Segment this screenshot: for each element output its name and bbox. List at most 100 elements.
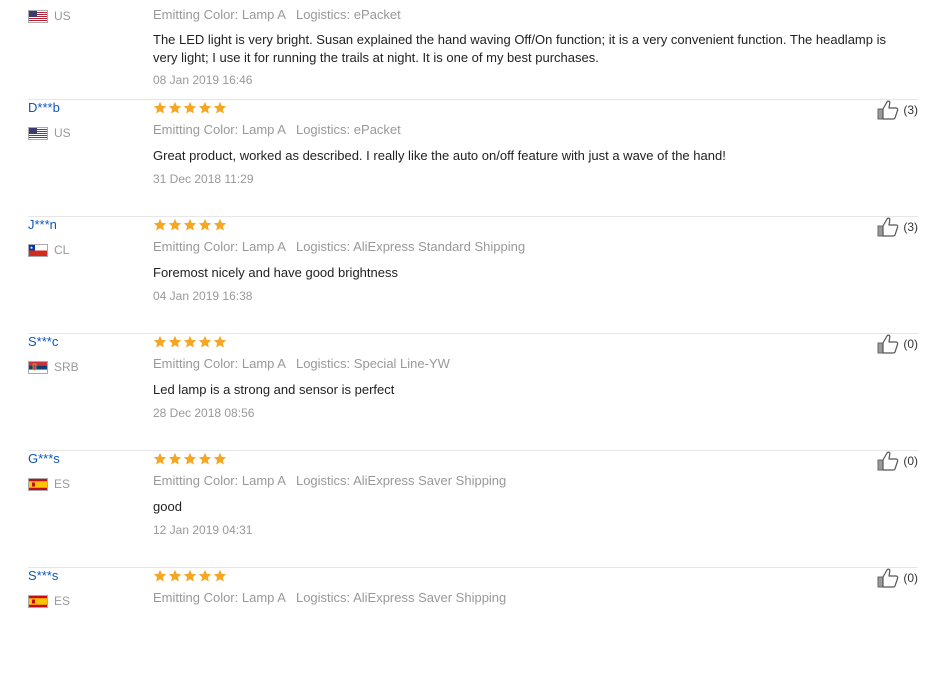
helpful-button[interactable]: (3) [877, 100, 918, 120]
svg-text:★: ★ [30, 245, 34, 250]
reviewer-country: ★ CL [28, 243, 69, 257]
country-flag-icon [28, 594, 54, 608]
color-value: Lamp A [241, 239, 286, 254]
logistics-value: AliExpress Standard Shipping [353, 239, 526, 254]
logistics-value: ePacket [353, 7, 401, 22]
country-code: SRB [54, 360, 79, 374]
star-icon [153, 335, 167, 349]
star-icon [183, 569, 197, 583]
order-info: Emitting Color: Lamp A Logistics: Special… [153, 356, 450, 371]
country-flag-icon: ★ [28, 243, 54, 257]
star-icon [153, 101, 167, 115]
color-label: Emitting Color: [153, 473, 239, 488]
country-code: ES [54, 594, 71, 608]
helpful-button[interactable]: (3) [877, 217, 918, 237]
star-icon [213, 569, 227, 583]
review-text: good [153, 499, 182, 514]
color-value: Lamp A [241, 122, 286, 137]
logistics-label: Logistics: [295, 122, 351, 137]
review-item: US Emitting Color: Lamp A Logistics: ePack… [28, 0, 918, 100]
reviewer-name[interactable]: S***c [28, 334, 58, 349]
color-label: Emitting Color: [153, 590, 239, 605]
review-text: Led lamp is a strong and sensor is perfe… [153, 382, 395, 397]
star-icon [168, 452, 182, 466]
country-code: US [54, 126, 71, 140]
helpful-button[interactable]: (0) [877, 451, 918, 471]
review-date: 08 Jan 2019 16:46 [153, 73, 253, 87]
star-icon [183, 335, 197, 349]
logistics-label: Logistics: [295, 239, 351, 254]
star-icon [153, 569, 167, 583]
star-icon [183, 101, 197, 115]
thumbs-up-icon [877, 217, 903, 237]
review-text: Great product, worked as described. I re… [153, 148, 726, 163]
star-rating [153, 101, 227, 115]
star-icon [168, 569, 182, 583]
thumbs-up-icon [877, 100, 903, 120]
review-date: 31 Dec 2018 11:29 [153, 172, 254, 186]
star-icon [198, 335, 212, 349]
review-date: 12 Jan 2019 04:31 [153, 523, 253, 537]
star-icon [153, 452, 167, 466]
reviewer-country: SRB [28, 360, 79, 374]
logistics-label: Logistics: [295, 473, 351, 488]
star-icon [213, 452, 227, 466]
color-value: Lamp A [241, 356, 286, 371]
order-info: Emitting Color: Lamp A Logistics: AliExpr… [153, 473, 506, 488]
thumbs-up-icon [877, 451, 903, 471]
order-info: Emitting Color: Lamp A Logistics: ePacket [153, 7, 401, 22]
star-icon [213, 101, 227, 115]
reviewer-country: US [28, 126, 71, 140]
logistics-label: Logistics: [295, 7, 351, 22]
review-date: 28 Dec 2018 08:56 [153, 406, 255, 420]
review-text: Foremost nicely and have good brightness [153, 265, 398, 280]
helpful-count: (0) [903, 337, 918, 351]
review-item: J***n ★ CL Emitting Color: Lamp A Logistics:… [28, 217, 918, 334]
helpful-count: (3) [903, 220, 918, 234]
logistics-value: AliExpress Saver Shipping [353, 473, 507, 488]
star-icon [198, 218, 212, 232]
thumbs-up-icon [877, 334, 903, 354]
country-flag-icon [28, 9, 54, 23]
star-rating [153, 335, 227, 349]
helpful-count: (0) [903, 454, 918, 468]
country-code: US [54, 9, 71, 23]
country-code: ES [54, 477, 71, 491]
helpful-count: (3) [903, 103, 918, 117]
review-date: 04 Jan 2019 16:38 [153, 289, 253, 303]
color-value: Lamp A [241, 473, 286, 488]
reviewer-country: ES [28, 477, 70, 491]
thumbs-up-icon [877, 568, 903, 588]
review-item: D***b US Emitting Color: Lamp A Logistics: … [28, 100, 918, 217]
star-icon [213, 218, 227, 232]
logistics-value: Special Line-YW [353, 356, 450, 371]
review-item: G***s ES Emitting Color: Lamp A Logistics: … [28, 451, 918, 568]
reviewer-name[interactable]: D***b [28, 100, 60, 115]
color-label: Emitting Color: [153, 122, 239, 137]
color-value: Lamp A [241, 7, 286, 22]
country-flag-icon [28, 126, 54, 140]
logistics-value: ePacket [353, 122, 401, 137]
star-icon [183, 452, 197, 466]
logistics-label: Logistics: [295, 590, 351, 605]
country-flag-icon [28, 360, 54, 374]
logistics-label: Logistics: [295, 356, 351, 371]
order-info: Emitting Color: Lamp A Logistics: AliExpr… [153, 590, 506, 605]
country-code: CL [54, 243, 70, 257]
star-rating [153, 569, 227, 583]
reviewer-name[interactable]: S***s [28, 568, 58, 583]
reviewer-name[interactable]: G***s [28, 451, 60, 466]
star-rating [153, 452, 227, 466]
star-icon [168, 101, 182, 115]
star-rating [153, 218, 227, 232]
helpful-button[interactable]: (0) [877, 568, 918, 588]
helpful-button[interactable]: (0) [877, 334, 918, 354]
reviewer-name[interactable]: J***n [28, 217, 57, 232]
country-flag-icon [28, 477, 54, 491]
logistics-value: AliExpress Saver Shipping [353, 590, 507, 605]
color-label: Emitting Color: [153, 7, 239, 22]
order-info: Emitting Color: Lamp A Logistics: ePacket [153, 122, 401, 137]
color-value: Lamp A [241, 590, 286, 605]
color-label: Emitting Color: [153, 239, 239, 254]
star-icon [198, 452, 212, 466]
